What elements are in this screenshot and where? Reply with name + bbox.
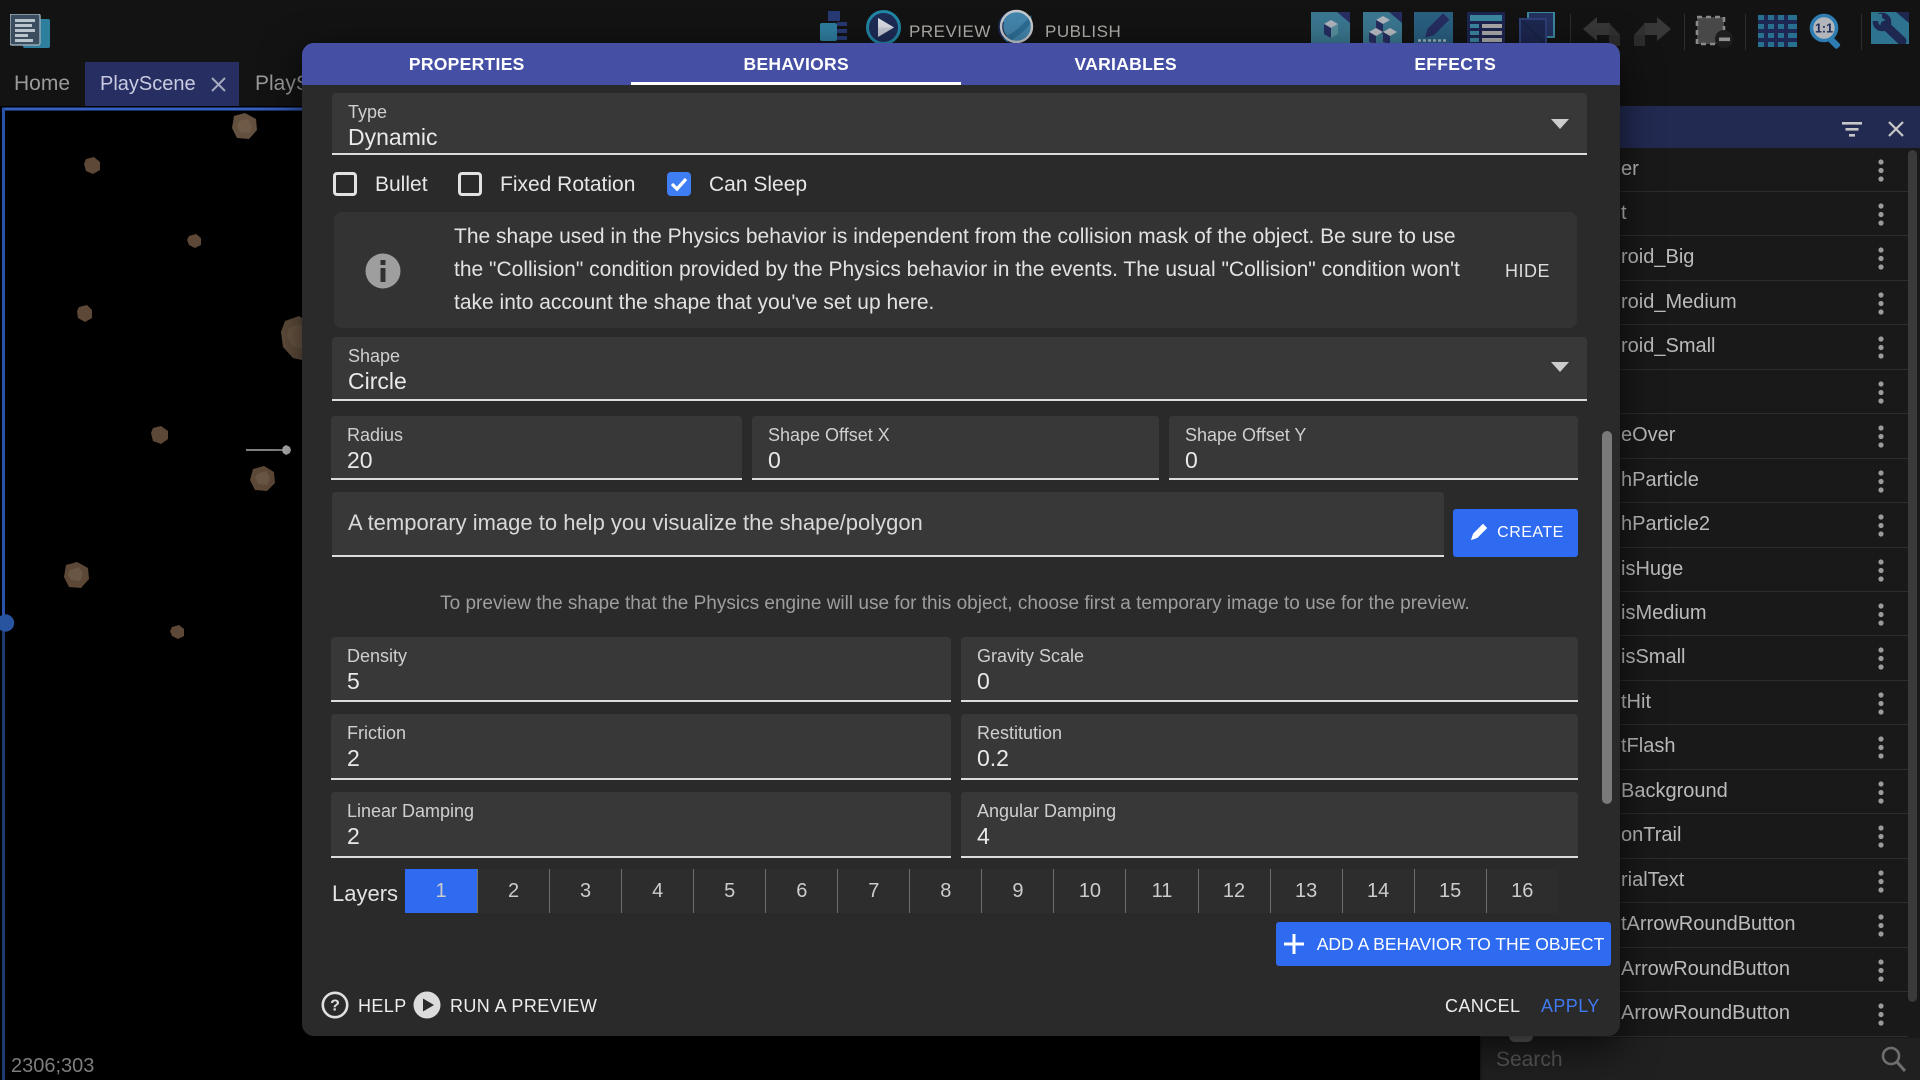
svg-text:1:1: 1:1 (1815, 22, 1833, 36)
svg-text:?: ? (330, 998, 340, 1015)
